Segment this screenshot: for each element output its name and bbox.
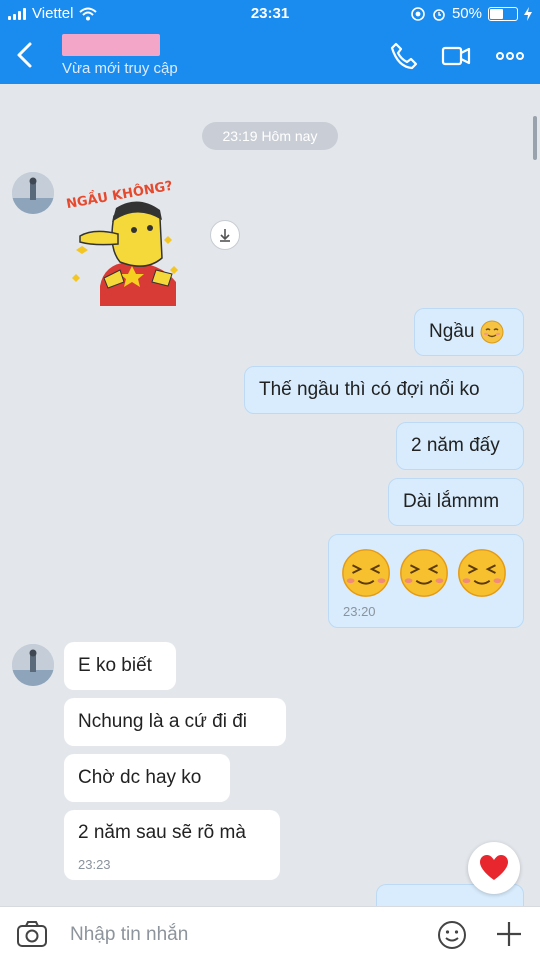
message-input[interactable]: Nhập tin nhắn	[70, 924, 188, 946]
last-seen-status: Vừa mới truy cập	[62, 60, 178, 77]
message-bubble-in[interactable]: Chờ dc hay ko	[64, 754, 230, 802]
download-icon	[220, 229, 230, 242]
message-text: Ngầu	[429, 321, 475, 342]
scrollbar[interactable]	[533, 116, 537, 160]
message-bubble-out[interactable]: Thế ngầu thì có đợi nổi ko	[244, 366, 524, 414]
message-text: Thế ngầu thì có đợi nổi ko	[259, 379, 480, 400]
laughing-emoji-icon	[400, 549, 448, 597]
message-text: 2 năm đấy	[411, 435, 500, 456]
more-icon[interactable]	[494, 40, 526, 72]
phone-icon[interactable]	[388, 40, 420, 72]
back-icon[interactable]	[8, 38, 42, 72]
message-time: 23:23	[78, 857, 111, 872]
chat-area[interactable]: 23:19 Hôm nay NGẦU KHÔNG? Ngầu Thế ngầu …	[0, 84, 540, 906]
message-text: E ko biết	[78, 655, 152, 676]
message-bubble-out[interactable]: 2 năm đấy	[396, 422, 524, 470]
heart-reaction-button[interactable]	[468, 842, 520, 894]
avatar[interactable]	[12, 172, 54, 214]
message-bubble-in[interactable]: 2 năm sau sẽ rõ mà 23:23	[64, 810, 280, 880]
avatar-photo	[12, 172, 54, 214]
emoji-icon[interactable]	[436, 919, 468, 951]
message-composer: Nhập tin nhắn	[0, 906, 540, 960]
battery-fill	[490, 8, 503, 19]
chat-header: Vừa mới truy cập	[0, 28, 540, 84]
smiling-emoji-icon	[480, 320, 504, 344]
message-bubble-out[interactable]: Dài lắmmm	[388, 478, 524, 526]
day-separator: 23:19 Hôm nay	[202, 122, 338, 150]
camera-icon[interactable]	[16, 919, 48, 949]
message-bubble-out[interactable]: 23:20	[328, 534, 524, 628]
message-bubble-in[interactable]: E ko biết	[64, 642, 176, 690]
message-bubble-in[interactable]: Nchung là a cứ đi đi	[64, 698, 286, 746]
battery-icon	[488, 6, 518, 21]
message-text: Chờ dc hay ko	[78, 767, 202, 788]
message-bubble-out[interactable]: Ngầu	[414, 308, 524, 356]
alarm-icon	[433, 8, 445, 21]
download-button[interactable]	[210, 220, 240, 250]
status-bar: Viettel 23:31 50%	[0, 0, 540, 28]
status-right: 50%	[410, 5, 532, 22]
plus-icon[interactable]	[494, 919, 524, 949]
eye-icon	[411, 6, 425, 21]
avatar[interactable]	[12, 644, 54, 686]
message-text: Nchung là a cứ đi đi	[78, 711, 248, 732]
video-icon[interactable]	[440, 40, 472, 72]
contact-name-redacted[interactable]	[62, 34, 160, 56]
message-text: 2 năm sau sẽ rõ mà	[78, 822, 246, 843]
charging-icon	[524, 6, 532, 21]
sticker-image[interactable]: NGẦU KHÔNG?	[64, 178, 194, 306]
heart-icon	[480, 855, 508, 880]
message-text: Dài lắmmm	[403, 491, 500, 512]
laughing-emoji-icon	[458, 549, 506, 597]
message-time: 23:20	[343, 604, 376, 619]
avatar-photo	[12, 644, 54, 686]
battery-percent: 50%	[451, 5, 482, 22]
laughing-emoji-group	[342, 549, 506, 597]
laughing-emoji-icon	[342, 549, 390, 597]
